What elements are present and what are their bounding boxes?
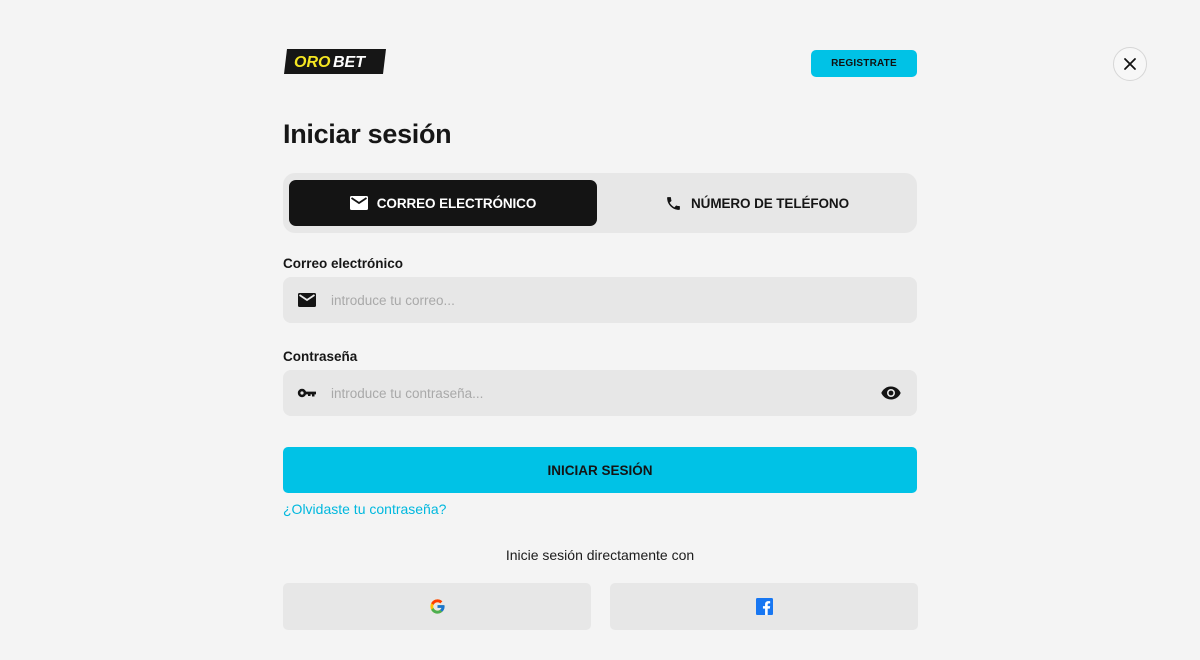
email-field: [283, 277, 917, 323]
tab-email[interactable]: CORREO ELECTRÓNICO: [289, 180, 597, 226]
page-title: Iniciar sesión: [283, 119, 452, 149]
close-icon: [1124, 58, 1136, 70]
phone-icon: [667, 196, 680, 210]
mail-icon: [349, 196, 368, 210]
password-input[interactable]: [331, 385, 879, 401]
key-icon: [297, 387, 317, 399]
password-field: [283, 370, 917, 416]
logo-text-oro: ORO: [294, 54, 331, 71]
password-label: Contraseña: [283, 349, 358, 364]
eye-icon: [881, 386, 901, 400]
email-label: Correo electrónico: [283, 256, 404, 271]
email-input[interactable]: [331, 292, 903, 308]
tab-phone[interactable]: NÚMERO DE TELÉFONO: [603, 180, 911, 226]
mail-icon: [297, 293, 317, 307]
facebook-icon: [755, 598, 773, 615]
social-login-text: Inicie sesión directamente con: [505, 547, 695, 563]
login-button[interactable]: INICIAR SESIÓN: [283, 447, 917, 493]
close-button[interactable]: [1113, 47, 1147, 81]
google-icon: [429, 599, 445, 614]
forgot-password-link[interactable]: ¿Olvidaste tu contraseña?: [283, 501, 446, 517]
toggle-password-visibility[interactable]: [879, 381, 903, 405]
tab-email-label: CORREO ELECTRÓNICO: [376, 195, 537, 211]
google-login-button[interactable]: [283, 583, 591, 630]
login-method-tabs: CORREO ELECTRÓNICO NÚMERO DE TELÉFONO: [283, 173, 917, 233]
orobet-logo[interactable]: ORO BET: [283, 48, 387, 75]
register-button[interactable]: REGISTRATE: [811, 50, 917, 77]
tab-phone-label: NÚMERO DE TELÉFONO: [691, 195, 849, 211]
logo-text-bet: BET: [333, 54, 366, 71]
facebook-login-button[interactable]: [610, 583, 918, 630]
